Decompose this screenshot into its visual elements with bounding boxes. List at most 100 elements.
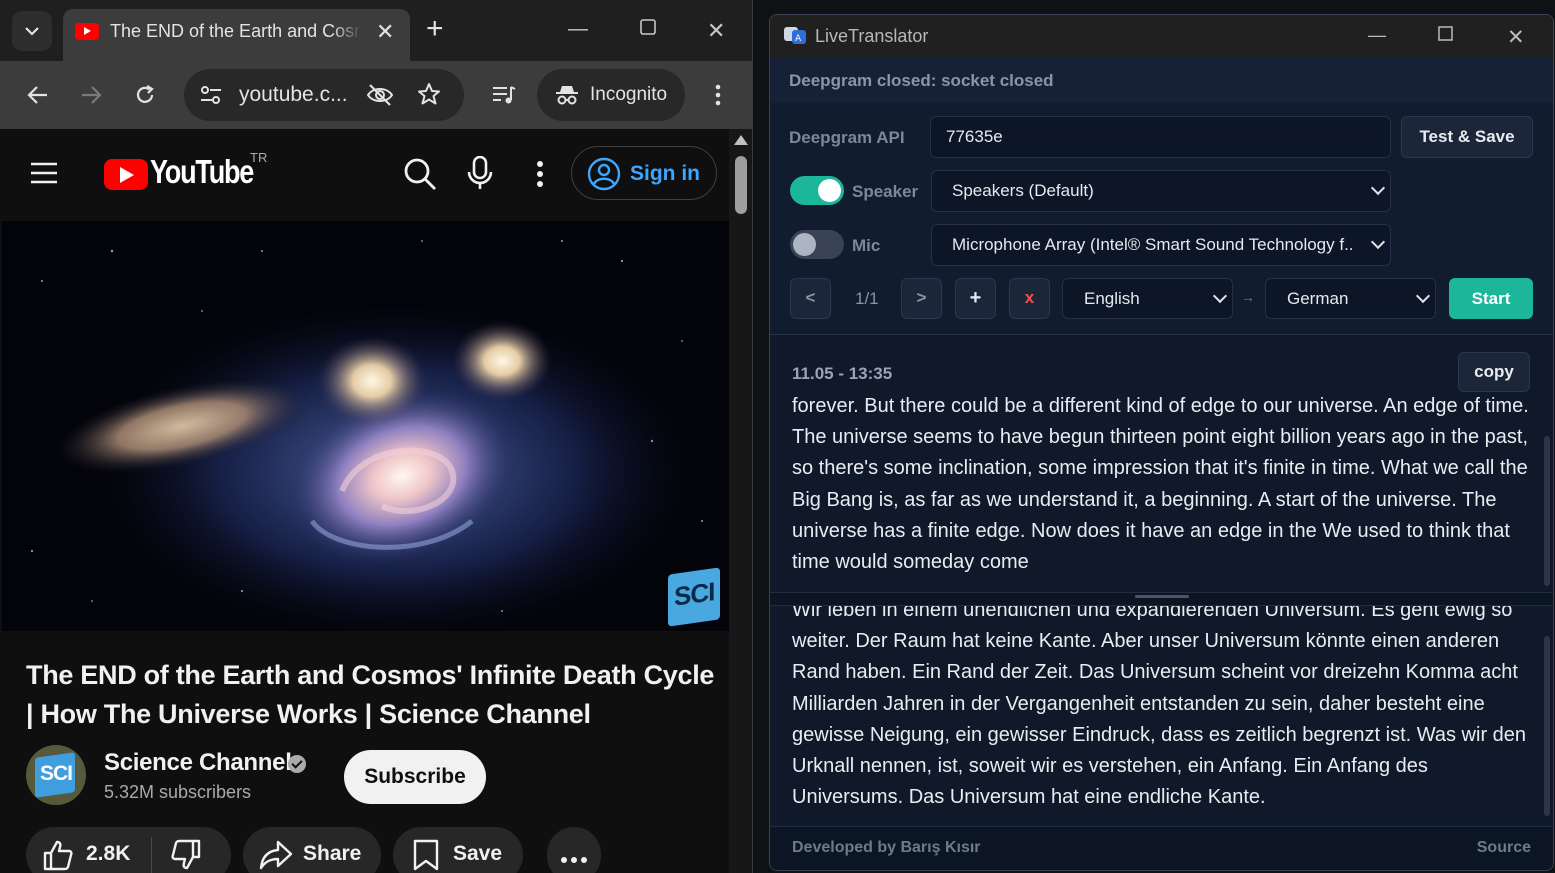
incognito-icon [555, 83, 579, 112]
share-button[interactable]: Share [243, 827, 381, 873]
translator-app-icon: A [784, 25, 806, 45]
channel-avatar-text: SCI [40, 762, 73, 785]
url-text: youtube.c... [239, 83, 348, 106]
api-key-value: 77635e [946, 127, 1003, 146]
address-bar[interactable]: youtube.c... [184, 69, 464, 121]
lt-maximize-icon[interactable] [1438, 25, 1453, 46]
more-horizontal-icon [561, 851, 587, 869]
prev-page-button[interactable]: < [790, 278, 831, 319]
incognito-indicator[interactable]: Incognito [537, 69, 685, 121]
transcript-timestamp: 11.05 - 13:35 [792, 364, 893, 383]
mic-toggle[interactable] [790, 230, 844, 259]
developer-credit: Developed by Barış Kısır [792, 839, 981, 856]
dislike-icon[interactable] [170, 839, 202, 873]
incognito-label: Incognito [590, 84, 668, 105]
api-key-input[interactable]: 77635e [930, 116, 1391, 158]
window-close-icon[interactable]: ✕ [707, 18, 725, 44]
api-label: Deepgram API [789, 128, 905, 147]
close-tab-icon[interactable]: ✕ [376, 19, 394, 45]
new-tab-icon[interactable]: + [426, 14, 444, 44]
livetranslator-window: A LiveTranslator — ✕ Deepgram closed: so… [769, 14, 1554, 871]
copy-button[interactable]: copy [1458, 352, 1530, 392]
video-player[interactable]: SCI [2, 221, 729, 631]
speaker-toggle[interactable] [790, 176, 844, 205]
start-button[interactable]: Start [1449, 278, 1533, 319]
speaker-label: Speaker [852, 182, 919, 201]
source-language-select[interactable]: English [1062, 278, 1233, 319]
bookmark-icon [413, 839, 439, 873]
more-actions-button[interactable] [547, 827, 601, 873]
source-language-value: English [1084, 289, 1140, 308]
sign-in-label: Sign in [630, 162, 700, 185]
scrollbar-thumb[interactable] [735, 156, 747, 214]
site-settings-icon[interactable] [199, 84, 223, 111]
sign-in-button[interactable]: Sign in [571, 146, 717, 200]
target-language-select[interactable]: German [1265, 278, 1436, 319]
target-lang-chevron-down-icon [1415, 288, 1431, 304]
tab-strip: The END of the Earth and Cosmos' Infinit… [0, 0, 752, 61]
add-button[interactable]: + [955, 278, 996, 319]
source-scrollbar[interactable] [1544, 436, 1550, 586]
share-icon [259, 840, 293, 873]
chevron-down-icon [25, 27, 39, 36]
verified-badge-icon [288, 755, 306, 773]
source-transcript: forever. But there could be a different … [792, 395, 1529, 574]
reload-icon[interactable] [129, 79, 161, 111]
save-label: Save [453, 842, 503, 865]
browser-toolbar: youtube.c... Incognito [0, 61, 752, 129]
lt-close-icon[interactable]: ✕ [1507, 25, 1525, 50]
speaker-device-select[interactable]: Speakers (Default) [931, 170, 1391, 212]
speaker-toggle-knob [818, 179, 841, 202]
settings-panel: Deepgram API 77635e Test & Save Speaker … [770, 103, 1553, 335]
media-controls-icon[interactable] [488, 79, 520, 111]
mic-device-select[interactable]: Microphone Array (Intel® Smart Sound Tec… [931, 224, 1391, 266]
account-circle-icon [587, 157, 621, 196]
minimize-icon[interactable]: — [568, 18, 588, 41]
hamburger-menu-icon[interactable] [30, 162, 58, 189]
eye-off-icon[interactable] [366, 83, 394, 112]
next-page-button[interactable]: > [901, 278, 942, 319]
more-options-icon[interactable] [536, 161, 544, 192]
channel-avatar[interactable]: SCI [26, 745, 86, 805]
maximize-icon[interactable] [640, 18, 656, 41]
back-arrow-icon[interactable] [22, 79, 54, 111]
lt-minimize-icon[interactable]: — [1368, 25, 1386, 46]
like-count[interactable]: 2.8K [86, 842, 130, 866]
translation-scrollbar[interactable] [1544, 636, 1550, 816]
like-dislike-group: 2.8K [26, 827, 231, 873]
connection-status: Deepgram closed: socket closed [770, 57, 1553, 103]
video-title: The END of the Earth and Cosmos' Infinit… [26, 660, 715, 729]
test-save-button[interactable]: Test & Save [1401, 116, 1533, 158]
region-code: TR [250, 150, 268, 165]
tab-title: The END of the Earth and Cosmos' Infinit… [110, 21, 362, 41]
channel-watermark-logo: SCI [668, 567, 720, 627]
forward-arrow-icon[interactable] [75, 79, 107, 111]
browser-menu-icon[interactable] [702, 79, 734, 111]
like-icon[interactable] [42, 839, 74, 873]
tab-youtube[interactable]: The END of the Earth and Cosmos' Infinit… [63, 9, 410, 61]
pane-splitter[interactable] [770, 592, 1553, 606]
tab-search-button[interactable] [12, 11, 52, 51]
scroll-up-arrow-icon[interactable] [734, 135, 748, 145]
translation-pane: Wir leben in einem unendlichen und expan… [770, 606, 1553, 826]
speaker-chevron-down-icon [1370, 180, 1386, 196]
splitter-handle[interactable] [1135, 595, 1189, 598]
target-language-value: German [1287, 289, 1349, 308]
browser-window: The END of the Earth and Cosmos' Infinit… [0, 0, 753, 873]
galaxy-video-frame [2, 221, 729, 631]
source-lang-chevron-down-icon [1212, 288, 1228, 304]
page-indicator: 1/1 [855, 289, 879, 308]
remove-button[interactable]: x [1009, 278, 1050, 319]
svg-text:A: A [795, 34, 802, 44]
save-button[interactable]: Save [393, 827, 523, 873]
page-scrollbar[interactable] [729, 129, 752, 873]
bookmark-star-icon[interactable] [417, 82, 441, 111]
like-divider [151, 837, 152, 873]
channel-name[interactable]: Science Channel [104, 749, 292, 777]
lt-app-title: LiveTranslator [815, 26, 929, 46]
translated-transcript: Wir leben in einem unendlichen und expan… [792, 606, 1527, 809]
source-link[interactable]: Source [1477, 839, 1531, 857]
microphone-icon[interactable] [467, 155, 493, 195]
search-icon[interactable] [403, 157, 437, 196]
subscribe-button[interactable]: Subscribe [344, 750, 486, 804]
